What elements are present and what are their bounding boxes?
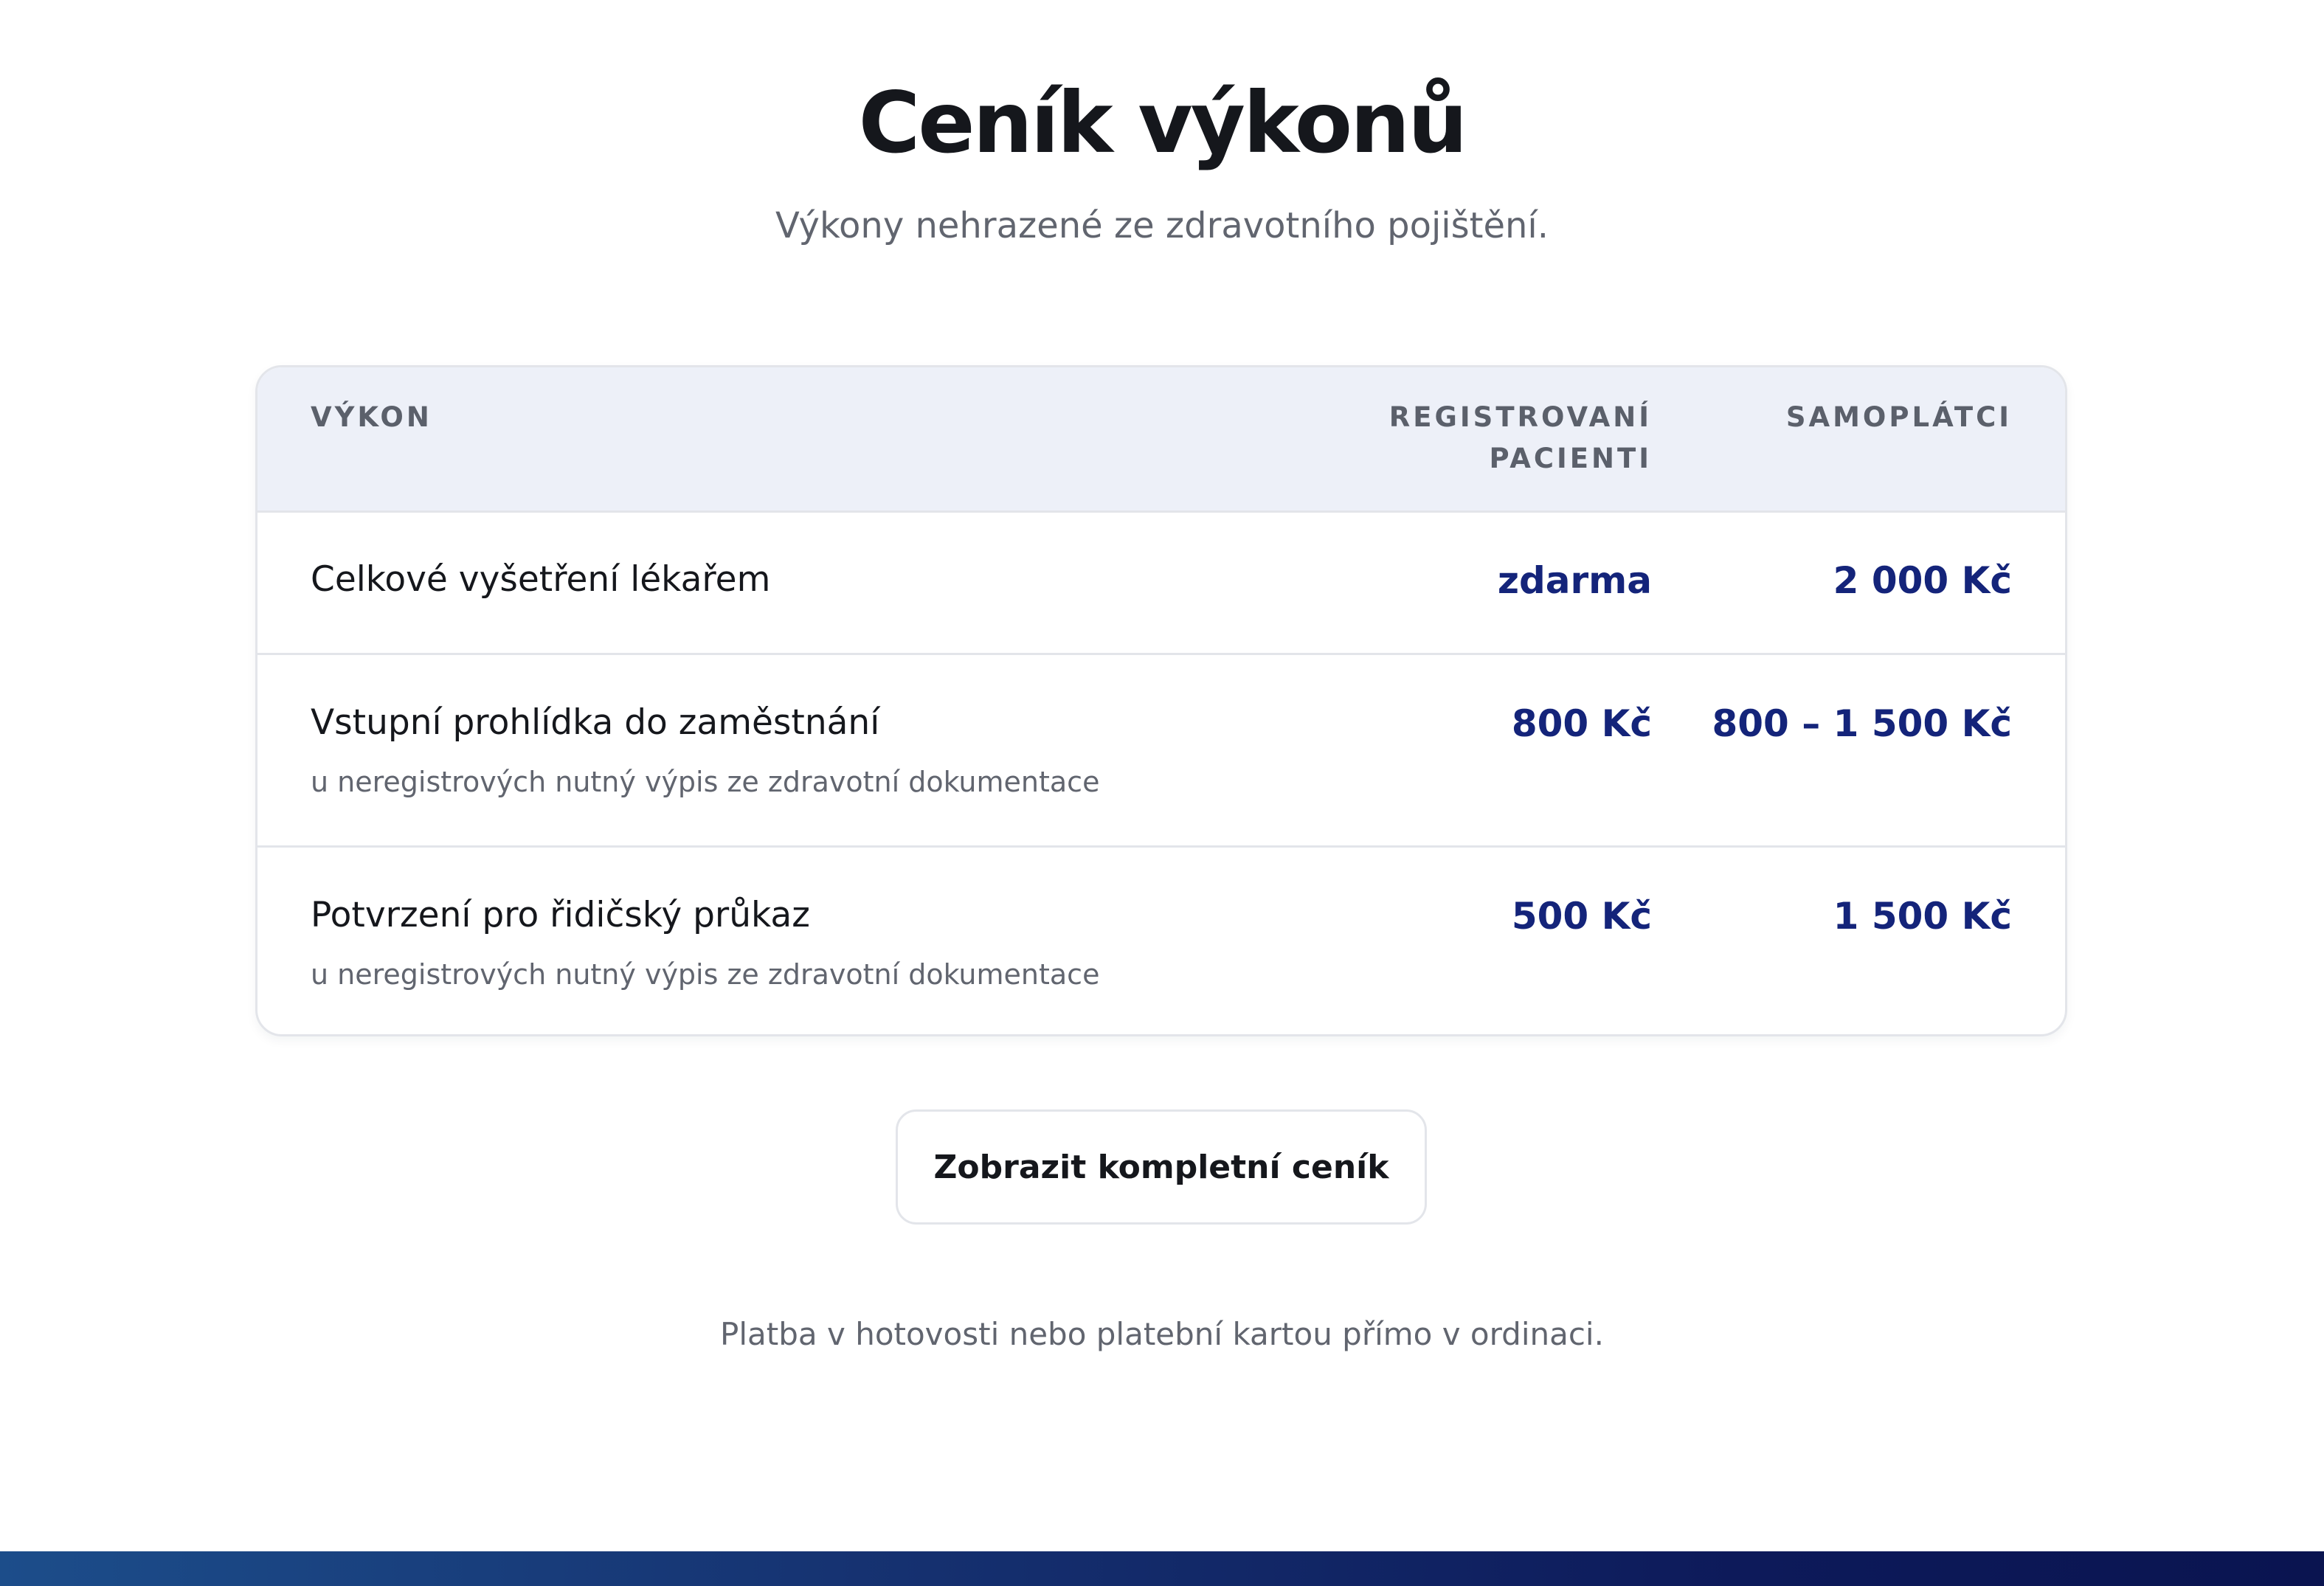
table-header: VÝKON REGISTROVANÍ PACIENTI SAMOPLÁTCI [257,367,2065,513]
page-subtitle: Výkony nehrazené ze zdravotního pojištěn… [775,205,1549,246]
service-name: Celkové vyšetření lékařem [311,559,771,600]
table-row: Celkové vyšetření lékařem zdarma 2 000 K… [257,510,2065,655]
price-selfpay: 800 – 1 500 Kč [1712,702,2012,745]
column-header-registered-line2: PACIENTI [1489,443,1652,474]
page-title: Ceník výkonů [858,74,1468,172]
column-header-selfpay: SAMOPLÁTCI [1785,401,2012,433]
column-header-registered-line1: REGISTROVANÍ [1388,401,1652,433]
service-note: u neregistrových nutný výpis ze zdravotn… [311,958,1100,991]
column-header-registered: REGISTROVANÍ PACIENTI [1389,397,1652,479]
service-name: Vstupní prohlídka do zaměstnání [311,702,880,743]
price-registered: 800 Kč [1511,702,1652,745]
price-registered: 500 Kč [1511,895,1652,938]
service-note: u neregistrových nutný výpis ze zdravotn… [311,766,1100,798]
column-header-service: VÝKON [311,401,432,433]
table-row: Potvrzení pro řidičský průkaz u neregist… [257,848,2065,1034]
price-selfpay: 1 500 Kč [1833,895,2012,938]
full-pricelist-button[interactable]: Zobrazit kompletní ceník [896,1109,1427,1225]
footer-band [0,1551,2324,1586]
payment-note: Platba v hotovosti nebo platební kartou … [720,1316,1604,1352]
table-row: Vstupní prohlídka do zaměstnání u neregi… [257,655,2065,848]
service-name: Potvrzení pro řidičský průkaz [311,895,810,935]
price-table: VÝKON REGISTROVANÍ PACIENTI SAMOPLÁTCI C… [255,365,2067,1036]
price-registered: zdarma [1497,559,1652,602]
price-selfpay: 2 000 Kč [1833,559,2012,602]
